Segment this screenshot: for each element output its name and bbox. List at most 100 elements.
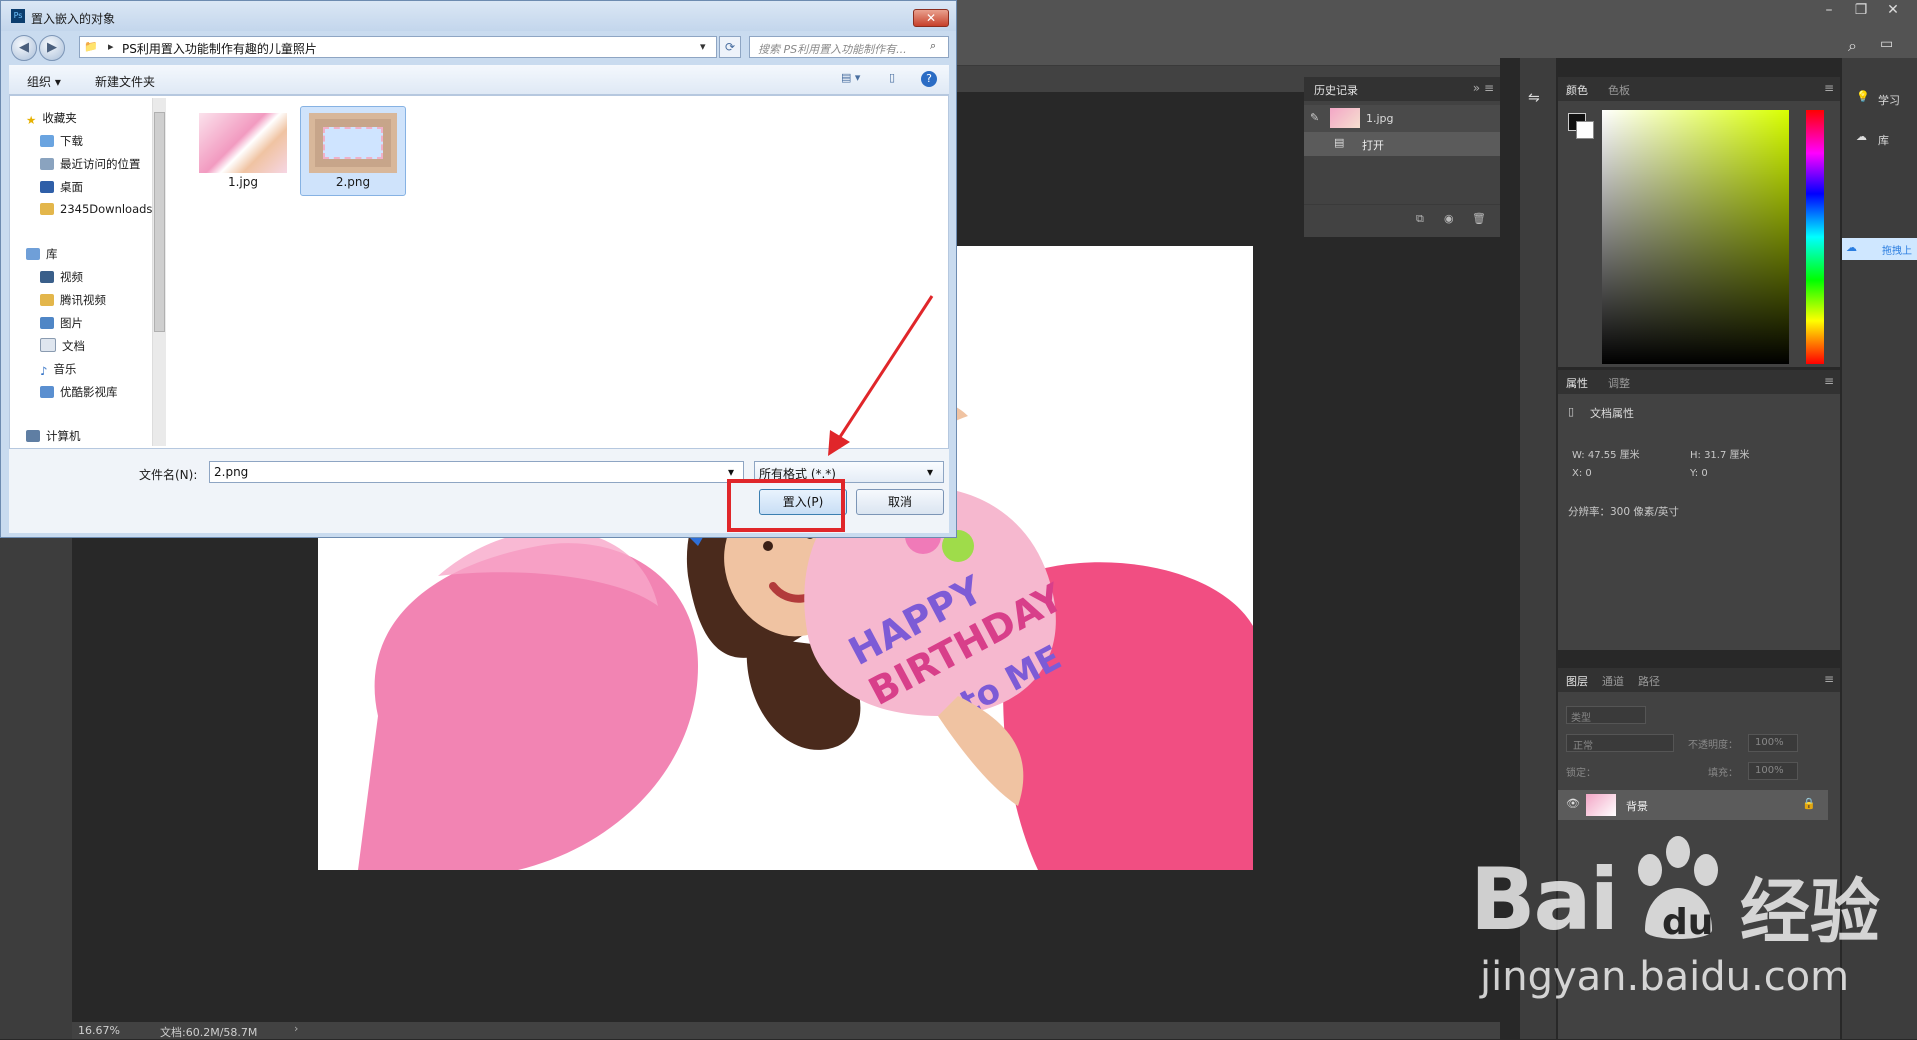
search-icon[interactable]: ⌕ <box>930 39 936 53</box>
fill-input[interactable]: 100% <box>1748 762 1798 780</box>
recent-places-icon <box>40 158 54 170</box>
tab-swatches[interactable]: 色板 <box>1608 82 1630 98</box>
layer-filter-select[interactable]: 类型 <box>1566 706 1646 724</box>
restore-icon[interactable]: ❐ <box>1846 0 1876 20</box>
layer-filter-label: 类型 <box>1571 713 1591 724</box>
cloud-library-icon[interactable]: ☁ <box>1856 130 1867 143</box>
document-size: 文档:60.2M/58.7M <box>160 1026 258 1039</box>
baidu-drag-button[interactable]: ☁ 拖拽上 <box>1842 238 1917 260</box>
color-tabbar: 颜色 色板 ≡ <box>1558 77 1840 101</box>
status-bar: 16.67% 文档:60.2M/58.7M › <box>72 1022 1500 1039</box>
search-icon[interactable]: ⌕ <box>1848 36 1857 56</box>
folder-icon <box>40 386 54 398</box>
nav-item-tencent-video[interactable]: 腾讯视频 <box>40 292 106 308</box>
tab-channels[interactable]: 通道 <box>1602 673 1624 689</box>
nav-item-youku[interactable]: 优酷影视库 <box>40 384 118 400</box>
nav-item-videos[interactable]: 视频 <box>40 269 83 285</box>
opacity-value: 100% <box>1755 737 1784 748</box>
address-dropdown-icon[interactable]: ▾ <box>700 40 706 53</box>
back-button[interactable]: ◀ <box>11 35 37 61</box>
history-snapshot-label: 1.jpg <box>1366 112 1394 125</box>
library-label[interactable]: 库 <box>1878 132 1889 148</box>
cancel-button[interactable]: 取消 <box>856 489 944 515</box>
history-state-row[interactable]: ▤ 打开 <box>1304 132 1500 156</box>
learn-label[interactable]: 学习 <box>1878 92 1900 108</box>
nav-item-desktop[interactable]: 桌面 <box>40 179 83 195</box>
zoom-level[interactable]: 16.67% <box>78 1024 120 1037</box>
lightbulb-icon[interactable]: 💡 <box>1856 90 1870 103</box>
nav-computer[interactable]: 计算机 <box>26 428 81 444</box>
downloads-icon <box>40 135 54 147</box>
workspace-icon[interactable]: ▭ <box>1880 36 1893 52</box>
tab-properties[interactable]: 属性 <box>1566 375 1588 391</box>
nav-item-pictures[interactable]: 图片 <box>40 315 83 331</box>
address-bar[interactable]: 📁 ▸ PS利用置入功能制作有趣的儿童照片 ▾ <box>79 36 717 58</box>
nav-scrollbar[interactable] <box>152 98 166 446</box>
tab-adjustments[interactable]: 调整 <box>1608 375 1630 391</box>
tab-color[interactable]: 颜色 <box>1566 82 1588 98</box>
layer-name: 背景 <box>1626 800 1648 813</box>
close-window-icon[interactable]: ✕ <box>1878 0 1908 20</box>
history-panel-icon[interactable]: ⇋ <box>1528 90 1540 106</box>
filename-dropdown-icon[interactable]: ▾ <box>728 465 734 479</box>
layer-row-background[interactable]: 👁 背景 🔒 <box>1558 790 1828 820</box>
nav-item-2345downloads[interactable]: 2345Downloads <box>40 202 152 216</box>
color-picker-field[interactable] <box>1602 110 1789 364</box>
nav-item-documents[interactable]: 文档 <box>40 338 85 354</box>
history-state-label: 打开 <box>1362 139 1384 152</box>
camera-icon[interactable]: ◉ <box>1444 212 1454 225</box>
breadcrumb-chevron-icon[interactable]: ▸ <box>108 40 114 53</box>
file-thumbnail-photo <box>199 113 287 173</box>
tab-paths[interactable]: 路径 <box>1638 673 1660 689</box>
minimize-icon[interactable]: – <box>1814 0 1844 20</box>
tab-history[interactable]: 历史记录 <box>1314 82 1358 98</box>
preview-pane-icon[interactable]: ▯ <box>889 71 895 84</box>
panel-menu-icon[interactable]: ≡ <box>1824 81 1834 95</box>
panel-menu-icon[interactable]: ≡ <box>1824 672 1834 686</box>
background-color-swatch[interactable] <box>1576 121 1594 139</box>
new-folder-button[interactable]: 新建文件夹 <box>95 73 155 90</box>
highlight-box <box>727 479 845 532</box>
opacity-input[interactable]: 100% <box>1748 734 1798 752</box>
nav-favorites-header[interactable]: ★ 收藏夹 <box>26 110 77 127</box>
filename-input[interactable]: 2.png ▾ <box>209 461 744 483</box>
nav-item-label: 图片 <box>60 316 83 330</box>
trash-icon[interactable]: 🗑 <box>1472 212 1486 225</box>
history-thumbnail <box>1330 108 1360 128</box>
file-item-selected[interactable]: 2.png <box>300 106 406 196</box>
documents-icon <box>40 338 56 352</box>
document-icon: ▯ <box>1568 405 1575 418</box>
properties-panel: 属性 调整 ≡ ▯ 文档属性 W: 47.55 厘米 H: 31.7 厘米 X:… <box>1558 370 1840 650</box>
nav-scroll-thumb[interactable] <box>154 112 165 332</box>
x-value: X: 0 <box>1572 468 1592 479</box>
status-arrow-icon[interactable]: › <box>294 1022 298 1035</box>
computer-icon <box>26 430 40 442</box>
nav-library-header[interactable]: 库 <box>26 246 58 262</box>
dialog-titlebar: Ps 置入嵌入的对象 <box>1 1 956 31</box>
eye-icon[interactable]: 👁 <box>1566 797 1580 810</box>
forward-button[interactable]: ▶ <box>39 35 65 61</box>
filetype-dropdown-icon[interactable]: ▾ <box>927 465 933 479</box>
search-placeholder: 搜索 PS利用置入功能制作有... <box>758 43 907 56</box>
organize-button[interactable]: 组织 ▾ <box>27 73 61 90</box>
watermark-brand-right: 经验 <box>1740 871 1880 953</box>
refresh-button[interactable]: ⟳ <box>719 36 741 58</box>
panel-menu-icon[interactable]: ≡ <box>1824 374 1834 388</box>
blend-mode-select[interactable]: 正常 <box>1566 734 1674 752</box>
tab-layers[interactable]: 图层 <box>1566 673 1588 689</box>
nav-item-music[interactable]: ♪ 音乐 <box>40 361 76 378</box>
history-snapshot-row[interactable]: ✎ 1.jpg <box>1304 105 1500 132</box>
paw-icon: du <box>1638 836 1718 943</box>
new-document-from-state-icon[interactable]: ⧉ <box>1416 212 1424 226</box>
color-panel: 颜色 色板 ≡ <box>1558 77 1840 367</box>
help-icon[interactable]: ? <box>921 71 937 87</box>
nav-item-downloads[interactable]: 下载 <box>40 133 83 149</box>
folder-icon <box>40 294 54 306</box>
file-item[interactable]: 1.jpg <box>190 106 296 196</box>
hue-slider[interactable] <box>1806 110 1824 364</box>
nav-item-recent[interactable]: 最近访问的位置 <box>40 156 141 172</box>
view-options-icon[interactable]: ▤ ▾ <box>841 71 860 84</box>
dialog-close-button[interactable]: ✕ <box>913 9 949 27</box>
panel-menu-icon[interactable]: » ≡ <box>1473 81 1494 95</box>
search-input[interactable]: 搜索 PS利用置入功能制作有... ⌕ <box>749 36 949 58</box>
